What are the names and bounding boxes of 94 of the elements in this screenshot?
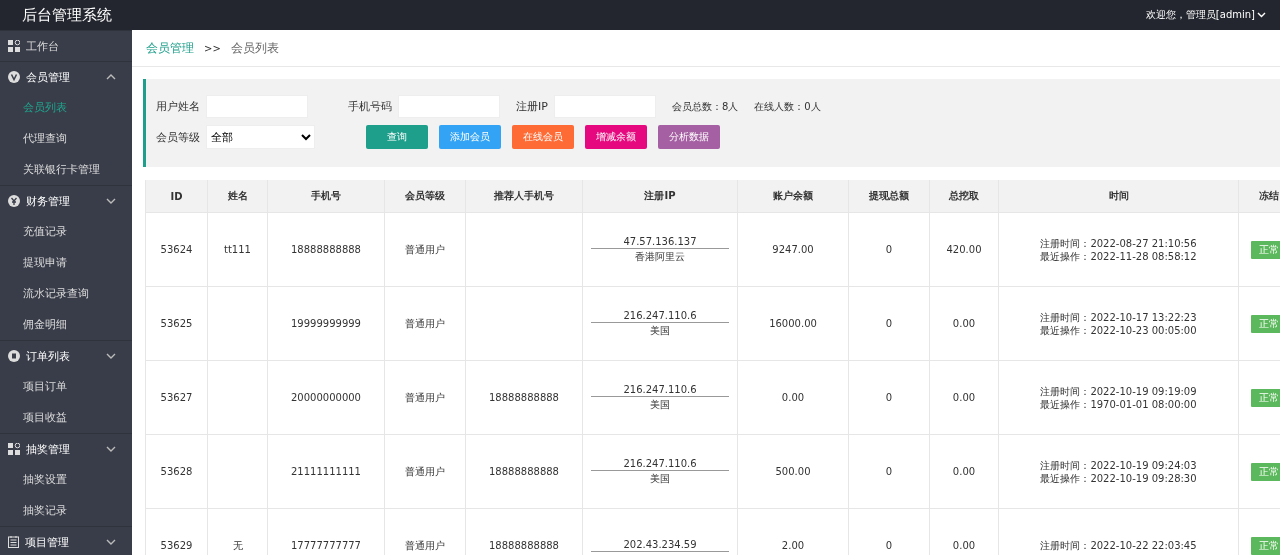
ip-address: 216.247.110.6 — [591, 309, 729, 323]
grid-icon — [8, 443, 20, 455]
action-button[interactable]: 增减余额 — [585, 125, 647, 149]
table-cell: 普通用户 — [384, 434, 466, 509]
column-header: 推荐人手机号 — [465, 180, 583, 213]
table-cell: 53625 — [145, 286, 208, 361]
ip-region: 美国 — [649, 397, 671, 412]
table-cell: 0 — [848, 286, 930, 361]
app-title: 后台管理系统 — [22, 5, 112, 25]
ip-region: 美国 — [649, 471, 671, 486]
menu-item[interactable]: 抽奖记录 — [0, 495, 132, 526]
table-cell: 18888888888 — [267, 212, 385, 287]
column-header: 姓名 — [207, 180, 268, 213]
ip-address: 47.57.136.137 — [591, 235, 729, 249]
last-operation-time: 最近操作：2022-11-28 08:58:12 — [1040, 249, 1197, 263]
register-time: 注册时间：2022-10-19 09:24:03 — [1040, 458, 1197, 472]
menu-item[interactable]: 关联银行卡管理 — [0, 154, 132, 185]
column-header: 手机号 — [267, 180, 385, 213]
menu-group[interactable]: 订单列表 — [0, 340, 132, 371]
menu-item[interactable]: 提现申请 — [0, 247, 132, 278]
table-cell: 0.00 — [737, 360, 849, 435]
column-header: ID — [145, 180, 208, 213]
breadcrumb-separator: >> — [204, 42, 221, 54]
ip-region: 香港阿里云 — [634, 249, 686, 264]
document-icon — [8, 536, 19, 548]
field-label: 手机号码 — [348, 99, 392, 114]
table-cell: 0.00 — [929, 360, 999, 435]
menu-item[interactable]: 项目订单 — [0, 371, 132, 402]
menu-group[interactable]: 抽奖管理 — [0, 433, 132, 464]
table-cell: 9247.00 — [737, 212, 849, 287]
ip-address: 216.247.110.6 — [591, 457, 729, 471]
column-header: 账户余额 — [737, 180, 849, 213]
menu-group[interactable]: 财务管理 — [0, 185, 132, 216]
ip-region: 美国 — [649, 323, 671, 338]
online-count: 在线人数：0人 — [754, 99, 821, 114]
table-cell: 18888888888 — [465, 434, 583, 509]
menu-item[interactable]: 会员列表 — [0, 92, 132, 123]
table-cell: 500.00 — [737, 434, 849, 509]
last-operation-time: 最近操作：1970-01-01 08:00:00 — [1040, 397, 1197, 411]
column-header: 会员等级 — [384, 180, 466, 213]
table-cell: 普通用户 — [384, 286, 466, 361]
table-cell: 16000.00 — [737, 286, 849, 361]
table-cell: 53627 — [145, 360, 208, 435]
breadcrumb-link[interactable]: 会员管理 — [146, 39, 194, 57]
column-header: 时间 — [998, 180, 1239, 213]
table-cell: 0.00 — [929, 434, 999, 509]
field-label: 会员等级 — [156, 129, 200, 145]
menu-item[interactable]: 抽奖设置 — [0, 464, 132, 495]
table-cell: 0 — [848, 212, 930, 287]
column-header: 注册IP — [582, 180, 738, 213]
register-time: 注册时间：2022-10-17 13:22:23 — [1040, 310, 1197, 324]
ip-address: 202.43.234.59 — [591, 539, 729, 552]
last-operation-time: 最近操作：2022-10-19 09:28:30 — [1040, 471, 1197, 485]
table-cell: tt111 — [207, 212, 268, 287]
member-total: 会员总数：8人 — [671, 99, 739, 114]
column-header: 提现总额 — [848, 180, 930, 213]
level-select[interactable]: 全部 — [206, 125, 315, 149]
table-cell: 普通用户 — [384, 360, 466, 435]
table-cell: 普通用户 — [384, 212, 466, 287]
menu-item[interactable]: 流水记录查询 — [0, 278, 132, 309]
table-cell: 0 — [848, 434, 930, 509]
circle-v-icon — [8, 71, 20, 83]
register-time: 注册时间：2022-08-27 21:10:56 — [1040, 236, 1197, 250]
table-cell: 0 — [848, 360, 930, 435]
menu-item[interactable]: 佣金明细 — [0, 309, 132, 340]
menu-item[interactable]: 代理查询 — [0, 123, 132, 154]
table-cell: 20000000000 — [267, 360, 385, 435]
table-cell: 19999999999 — [267, 286, 385, 361]
circle-yen-icon — [8, 195, 20, 207]
field-label: 用户姓名 — [156, 99, 200, 114]
table-cell: 420.00 — [929, 212, 999, 287]
breadcrumb-current: 会员列表 — [230, 39, 279, 57]
last-operation-time: 最近操作：2022-10-23 00:05:00 — [1040, 323, 1197, 337]
field-label: 注册IP — [516, 99, 548, 114]
table-cell: 53628 — [145, 434, 208, 509]
table-cell: 21111111111 — [267, 434, 385, 509]
menu-group[interactable]: 项目管理 — [0, 526, 132, 555]
chevron-down-icon — [1257, 12, 1266, 18]
ip-address: 216.247.110.6 — [591, 383, 729, 397]
circle-cup-icon — [8, 350, 20, 362]
menu-item[interactable]: 项目收益 — [0, 402, 132, 433]
menu-group[interactable]: 工作台 — [0, 30, 132, 61]
table-cell: 53624 — [145, 212, 208, 287]
table-cell: 18888888888 — [465, 360, 583, 435]
table-cell: 0.00 — [929, 286, 999, 361]
register-time: 注册时间：2022-10-22 22:03:45 — [1040, 539, 1197, 552]
user-menu[interactable]: 欢迎您，管理员[admin] — [1145, 8, 1266, 22]
action-button[interactable]: 分析数据 — [658, 125, 720, 149]
menu-item[interactable]: 充值记录 — [0, 216, 132, 247]
column-header: 总挖取 — [929, 180, 999, 213]
register-time: 注册时间：2022-10-19 09:19:09 — [1040, 384, 1197, 398]
column-header: 冻结 — [1238, 180, 1280, 213]
menu-group[interactable]: 会员管理 — [0, 61, 132, 92]
grid-icon — [8, 40, 20, 52]
